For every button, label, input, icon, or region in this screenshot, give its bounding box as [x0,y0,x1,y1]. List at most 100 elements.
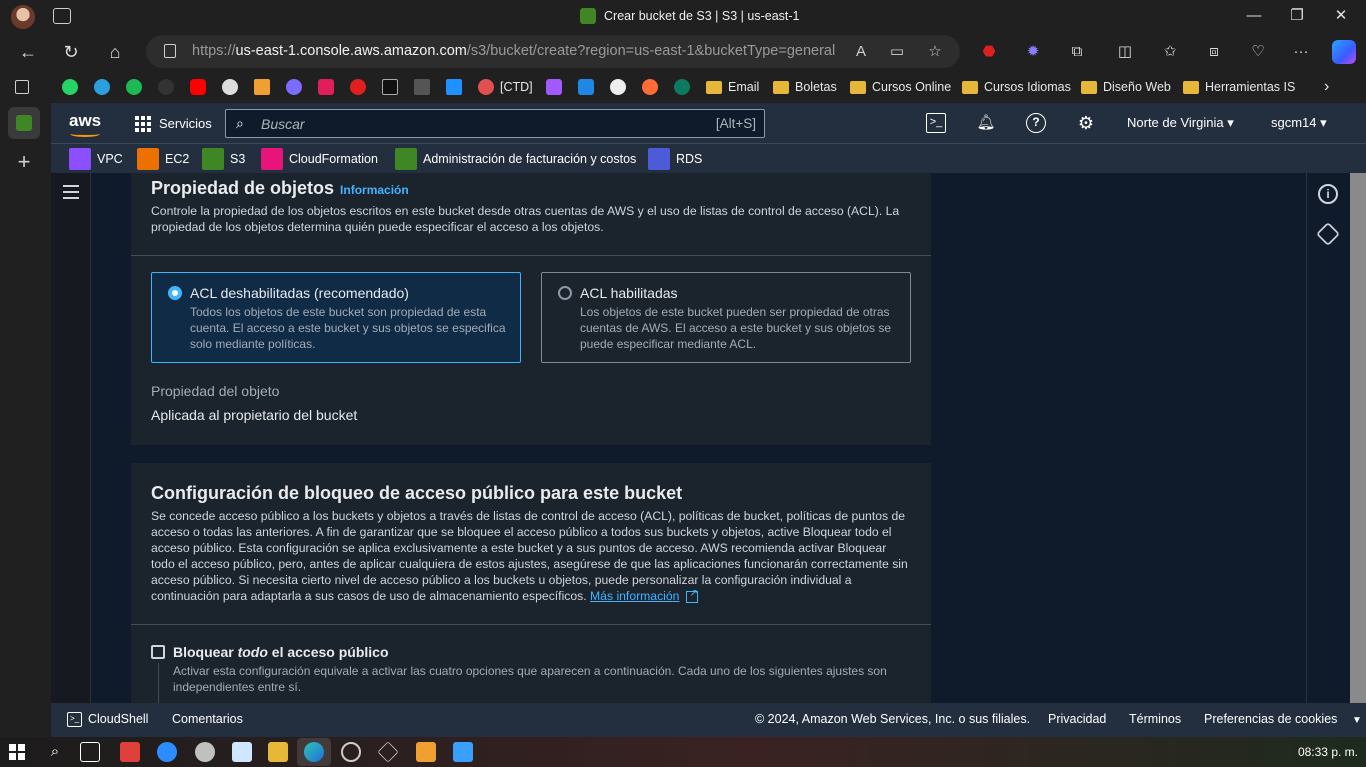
minimize-button[interactable]: — [1240,4,1268,28]
favorites-icon[interactable]: ✩ [1158,40,1182,64]
tutorial-icon[interactable] [1315,221,1341,247]
scrollbar-thumb[interactable] [1350,173,1366,703]
whatsapp-icon[interactable] [62,79,78,95]
edge-icon[interactable] [304,742,324,762]
block-all-label[interactable]: Bloquear todo el acceso público [173,644,389,660]
back-button[interactable]: ← [15,39,41,65]
taskbar-search-icon[interactable]: ⌕ [45,742,65,762]
help-icon[interactable]: ? [1026,113,1046,133]
notepad-icon[interactable] [232,742,252,762]
telegram-icon[interactable] [94,79,110,95]
favorite-folder-cursos-online[interactable]: Cursos Online [850,77,951,97]
bookmark-m-icon[interactable] [254,79,270,95]
home-button[interactable]: ⌂ [102,39,128,65]
services-grid-icon[interactable] [135,116,151,132]
new-tab-icon[interactable]: + [12,150,36,174]
zoom-icon[interactable] [157,742,177,762]
postman-icon[interactable] [642,79,658,95]
settings-gear-icon[interactable]: ⚙ [1076,113,1096,133]
app-icon[interactable] [195,742,215,762]
pinned-service-cloudformation[interactable]: CloudFormation [261,147,378,171]
youtube-icon[interactable] [190,79,206,95]
lock-icon[interactable] [164,44,176,58]
close-window-button[interactable]: ✕ [1327,4,1355,28]
favorite-folder-email[interactable]: Email [706,77,759,97]
file-explorer-icon[interactable] [268,742,288,762]
cloudshell-footer-icon[interactable]: >_ [67,712,82,727]
3d-viewer-icon[interactable] [377,741,399,763]
task-view-icon[interactable] [80,742,100,762]
extensions-puzzle-icon[interactable]: ⧉ [1065,40,1089,64]
favorite-folder-cursos-idiomas[interactable]: Cursos Idiomas [962,77,1071,97]
option-acl-disabled[interactable]: ACL deshabilitadas (recomendado) Todos l… [151,272,521,363]
pinned-service-rds[interactable]: RDS [648,147,702,171]
region-selector[interactable]: Norte de Virginia ▾ [1127,115,1234,131]
gemini-icon[interactable] [286,79,302,95]
pinned-service-ec2[interactable]: EC2 [137,147,189,171]
copilot-icon[interactable] [1332,40,1356,64]
block-all-public-access-checkbox[interactable] [151,645,165,659]
anydesk-icon[interactable] [120,742,140,762]
tab-actions-icon[interactable] [15,80,29,94]
more-menu-icon[interactable]: ··· [1289,40,1313,64]
extension-icon[interactable]: ✹ [1021,40,1045,64]
favorite-folder-boletas[interactable]: Boletas [773,77,837,97]
dev-icon[interactable] [382,79,398,95]
vertical-tab-s3[interactable] [8,107,40,139]
bookmark-green-icon[interactable] [674,79,690,95]
taskbar-clock[interactable]: 08:33 p. m. [1298,745,1358,759]
radio-acl-enabled[interactable] [558,286,572,300]
terms-link[interactable]: Términos [1129,712,1181,726]
feedback-link[interactable]: Comentarios [172,712,243,726]
refresh-button[interactable]: ↻ [58,39,84,65]
cloudshell-icon[interactable]: >_ [926,113,946,133]
cloudshell-link[interactable]: CloudShell [88,712,148,726]
radio-acl-disabled[interactable] [168,286,182,300]
health-icon[interactable]: ♡ [1246,40,1270,64]
learn-more-link[interactable]: Más información [590,589,679,603]
figma-icon[interactable] [546,79,562,95]
chevron-right-icon[interactable]: › [1324,77,1329,97]
notifications-bell-icon[interactable]: 🔔︎ [976,113,996,133]
bookmark-blue-icon[interactable] [446,79,462,95]
search-input[interactable]: ⌕ Buscar [Alt+S] [225,109,765,138]
bookmark-1k-icon[interactable] [350,79,366,95]
privacy-link[interactable]: Privacidad [1048,712,1106,726]
pinned-service-billing[interactable]: Administración de facturación y costos [395,147,636,171]
maximize-button[interactable]: ❐ [1283,4,1311,28]
menu-hamburger-icon[interactable] [63,185,79,199]
option-acl-enabled[interactable]: ACL habilitadas Los objetos de este buck… [541,272,911,363]
info-panel-icon[interactable]: i [1318,184,1338,204]
external-link-icon[interactable]: ↗ [685,588,698,603]
app-available-icon[interactable]: ▭ [886,41,908,63]
adblock-extension-icon[interactable]: ⬣ [977,40,1001,64]
split-screen-icon[interactable]: ◫ [1113,40,1137,64]
slack-icon[interactable] [318,79,334,95]
profile-avatar[interactable] [11,5,35,29]
github-icon[interactable] [610,79,626,95]
aws-logo[interactable]: aws [69,111,101,137]
cookie-preferences-link[interactable]: Preferencias de cookies [1204,712,1337,726]
account-menu[interactable]: sgcm14 ▾ [1271,115,1327,131]
vscode-icon[interactable] [578,79,594,95]
favorite-star-icon[interactable]: ☆ [924,41,946,63]
favorite-ctd[interactable]: [CTD] [478,77,533,97]
workspaces-icon[interactable] [53,8,71,24]
scroll-down-arrow-icon[interactable]: ▼ [1352,715,1362,726]
collections-icon[interactable]: ⧈ [1202,40,1226,64]
favorite-folder-diseno-web[interactable]: Diseño Web [1081,77,1171,97]
media-player-icon[interactable] [341,742,361,762]
services-menu[interactable]: Servicios [159,116,212,131]
photos-icon[interactable] [453,742,473,762]
address-bar[interactable]: https://us-east-1.console.aws.amazon.com… [146,35,960,68]
bookmark-icon[interactable] [158,79,174,95]
spotify-icon[interactable] [126,79,142,95]
pinned-service-s3[interactable]: S3 [202,147,245,171]
windows-start-icon[interactable] [9,744,25,760]
info-link[interactable]: Información [340,183,409,197]
url-text[interactable]: https://us-east-1.console.aws.amazon.com… [192,43,835,59]
favorite-folder-herramientas-is[interactable]: Herramientas IS [1183,77,1295,97]
chatgpt-icon[interactable] [222,79,238,95]
pinned-service-vpc[interactable]: VPC [69,147,123,171]
git-tool-icon[interactable] [416,742,436,762]
